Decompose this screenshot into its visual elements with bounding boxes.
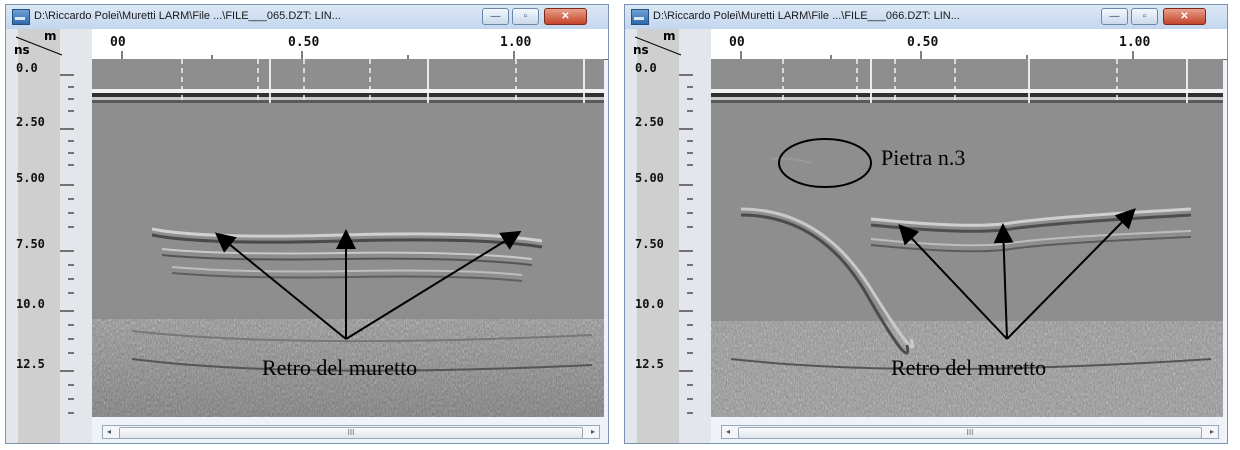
close-button[interactable]: ✕ bbox=[1163, 8, 1206, 25]
maximize-button[interactable]: ▫ bbox=[512, 8, 539, 25]
app-icon bbox=[12, 9, 30, 25]
y-tick-label: 7.50 bbox=[635, 237, 664, 251]
scrollbar-thumb[interactable]: III bbox=[119, 427, 583, 439]
scroll-right-arrow-icon[interactable]: ▸ bbox=[1210, 427, 1214, 436]
scroll-left-arrow-icon[interactable]: ◂ bbox=[107, 427, 111, 436]
title-bar[interactable]: D:\Riccardo Polei\Muretti LARM\File ...\… bbox=[625, 5, 1227, 30]
y-tick-label: 7.50 bbox=[16, 237, 45, 251]
y-tick-label: 2.50 bbox=[635, 115, 664, 129]
annotation-label: Retro del muretto bbox=[262, 355, 418, 380]
y-tick-label: 0.0 bbox=[16, 61, 38, 75]
y-tick-label: 0.0 bbox=[635, 61, 657, 75]
y-tick-label: 12.5 bbox=[635, 357, 664, 371]
axis-corner: m ns bbox=[12, 29, 68, 59]
scroll-right-arrow-icon[interactable]: ▸ bbox=[591, 427, 595, 436]
close-button[interactable]: ✕ bbox=[544, 8, 587, 25]
y-tick-label: 10.0 bbox=[16, 297, 45, 311]
y-tick-label: 5.00 bbox=[16, 171, 45, 185]
scroll-grip-icon: III bbox=[347, 428, 355, 437]
distance-unit-label: m bbox=[663, 29, 676, 43]
time-axis-strip bbox=[18, 29, 60, 443]
y-tick-label: 10.0 bbox=[635, 297, 664, 311]
horizontal-scrollbar[interactable]: ◂ III ▸ bbox=[721, 425, 1219, 439]
distance-axis: 00 0.50 1.00 bbox=[92, 29, 608, 60]
time-unit-label: ns bbox=[633, 43, 649, 57]
y-tick-label: 12.5 bbox=[16, 357, 45, 371]
scrollbar-thumb[interactable]: III bbox=[738, 427, 1202, 439]
minimize-button[interactable]: — bbox=[1101, 8, 1128, 25]
annotation-label: Retro del muretto bbox=[891, 355, 1047, 380]
title-bar[interactable]: D:\Riccardo Polei\Muretti LARM\File ...\… bbox=[6, 5, 608, 30]
radargram-window-066: D:\Riccardo Polei\Muretti LARM\File ...\… bbox=[624, 4, 1228, 444]
horizontal-scrollbar[interactable]: ◂ III ▸ bbox=[102, 425, 600, 439]
scroll-grip-icon: III bbox=[966, 428, 974, 437]
distance-axis: 00 0.50 1.00 bbox=[711, 29, 1227, 60]
stone-label: Pietra n.3 bbox=[881, 145, 966, 170]
minimize-button[interactable]: — bbox=[482, 8, 509, 25]
y-tick-label: 2.50 bbox=[16, 115, 45, 129]
distance-unit-label: m bbox=[44, 29, 57, 43]
time-unit-label: ns bbox=[14, 43, 30, 57]
window-title: D:\Riccardo Polei\Muretti LARM\File ...\… bbox=[653, 10, 960, 22]
window-title: D:\Riccardo Polei\Muretti LARM\File ...\… bbox=[34, 10, 341, 22]
scroll-left-arrow-icon[interactable]: ◂ bbox=[726, 427, 730, 436]
radargram-window-065: D:\Riccardo Polei\Muretti LARM\File ...\… bbox=[5, 4, 609, 444]
axis-corner: m ns bbox=[631, 29, 687, 59]
y-tick-label: 5.00 bbox=[635, 171, 664, 185]
maximize-button[interactable]: ▫ bbox=[1131, 8, 1158, 25]
time-axis-strip bbox=[637, 29, 679, 443]
app-icon bbox=[631, 9, 649, 25]
